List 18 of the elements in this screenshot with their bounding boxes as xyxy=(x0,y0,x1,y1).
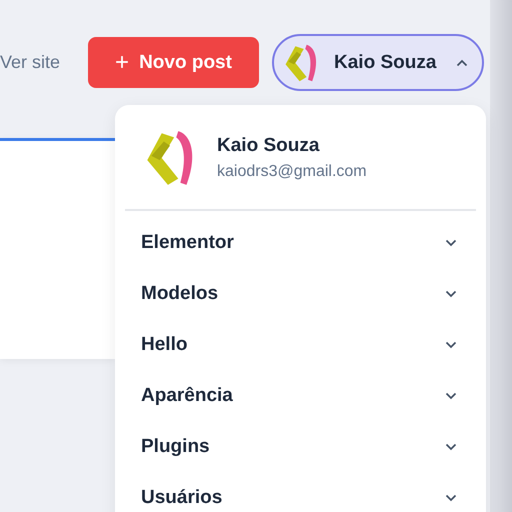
menu-item[interactable]: Hello xyxy=(115,319,486,370)
view-site-link[interactable]: Ver site xyxy=(0,52,88,73)
menu-item-label: Elementor xyxy=(141,232,234,254)
menu-item[interactable]: Aparência xyxy=(115,370,486,421)
menu-item-label: Plugins xyxy=(141,436,210,458)
chevron-icon xyxy=(456,58,468,66)
menu-item-label: Modelos xyxy=(141,282,218,304)
menu-item-label: Hello xyxy=(141,334,188,356)
menu-item[interactable]: Elementor xyxy=(115,217,486,268)
menu-item[interactable]: Plugins xyxy=(115,421,486,472)
menu-item[interactable]: Modelos xyxy=(115,268,486,319)
user-menu-button[interactable]: Kaio Souza xyxy=(272,34,484,91)
user-name: Kaio Souza xyxy=(217,135,320,157)
menu-item-label: Usuários xyxy=(141,486,222,508)
new-post-button[interactable]: + Novo post xyxy=(88,37,259,88)
user-email: kaiodrs3@gmail.com xyxy=(217,163,367,181)
menu-item[interactable]: Usuários xyxy=(115,472,486,512)
menu-item-label: Aparência xyxy=(141,384,233,406)
